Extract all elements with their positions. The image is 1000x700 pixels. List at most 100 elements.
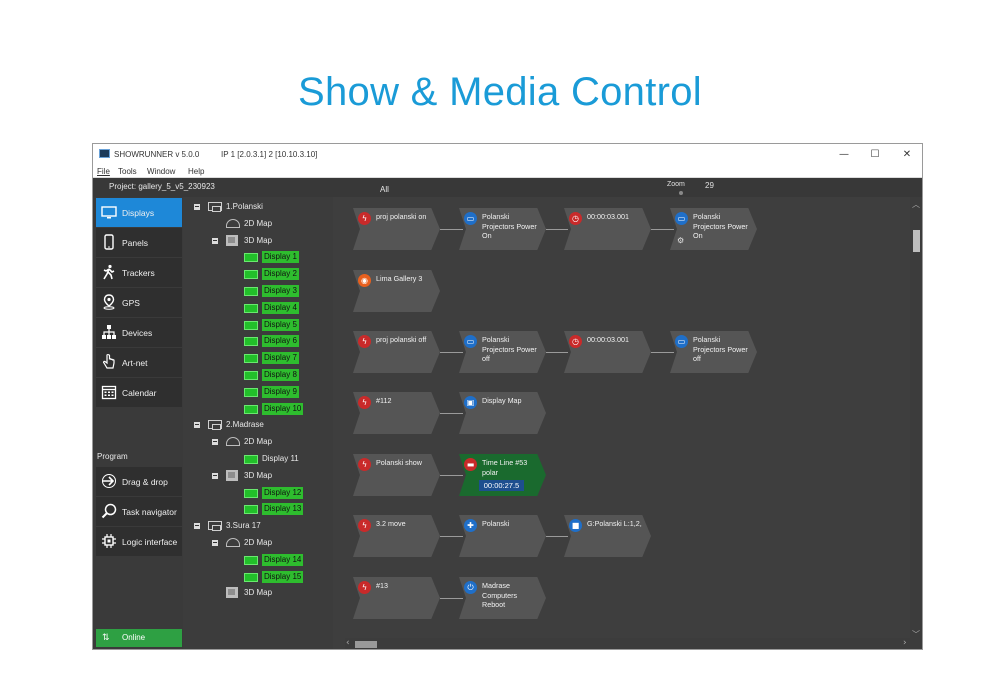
tree-row-display[interactable]: Display 3	[183, 285, 333, 299]
sidebar-item-gps[interactable]: GPS	[96, 288, 182, 317]
scroll-up-icon[interactable]: ︿	[912, 199, 920, 210]
sidebar-item-calendar[interactable]: Calendar	[96, 378, 182, 407]
display-tree: 1.Polanski 2D Map 3D Map Display 1 Display 2…	[183, 197, 333, 649]
collapse-toggle-icon[interactable]	[194, 204, 200, 210]
flow-node[interactable]: ϟ proj polanski off	[353, 331, 440, 373]
tree-row-display[interactable]: Display 7	[183, 352, 333, 366]
flow-node[interactable]: ϟ Polanski show	[353, 454, 440, 496]
flow-node[interactable]: ■ G:Polanski L:1,2,	[564, 515, 651, 557]
sidebar-item-label: Logic interface	[122, 537, 178, 547]
flow-node-label: Polanski Projectors Power On	[482, 212, 537, 240]
sidebar-item-task-navigator[interactable]: Task navigator	[96, 497, 182, 526]
sidebar-item-art-net[interactable]: Art-net	[96, 348, 182, 377]
collapse-toggle-icon[interactable]	[212, 237, 218, 244]
flow-node[interactable]: ⏻ Madrase Computers Reboot	[459, 577, 546, 619]
flow-canvas: ϟ proj polanski on ▭ Polanski Projectors Po…	[333, 197, 921, 649]
tree-row-cube[interactable]: 3D Map	[183, 234, 333, 249]
menu-help[interactable]: Help	[188, 167, 204, 176]
sidebar-item-drag-drop[interactable]: Drag & drop	[96, 467, 182, 496]
flow-node-label: Polanski Projectors Power off	[482, 335, 537, 363]
tree-row-node[interactable]: 3.Sura 17	[183, 520, 333, 534]
projector-icon: ▭	[464, 212, 477, 225]
maximize-button[interactable]: ☐	[860, 146, 890, 163]
zoom-slider-handle[interactable]	[679, 191, 683, 195]
flow-node-label: #13	[376, 581, 388, 590]
collapse-toggle-icon[interactable]	[194, 523, 200, 530]
tree-row-display[interactable]: Display 13	[183, 503, 333, 517]
tree-label: 2D Map	[244, 437, 273, 447]
flow-node[interactable]: ▭ Polanski Projectors Power On ⚙	[670, 208, 757, 250]
drag-arrow-icon	[102, 474, 116, 488]
flow-node[interactable]: ✚ Polanski	[459, 515, 546, 557]
projector-icon: ▭	[675, 335, 688, 348]
vertical-scrollbar[interactable]: ︿ ﹀	[910, 197, 922, 649]
vertical-scroll-thumb[interactable]	[913, 230, 920, 252]
sidebar-item-trackers[interactable]: Trackers	[96, 258, 182, 287]
sidebar-item-displays[interactable]: Displays	[96, 198, 182, 227]
flow-node[interactable]: ϟ proj polanski on	[353, 208, 440, 250]
collapse-toggle-icon[interactable]	[212, 472, 218, 479]
flow-connector	[440, 536, 463, 537]
flow-node[interactable]: ◷ 00:00:03.001	[564, 331, 651, 373]
menu-file[interactable]: File	[97, 167, 110, 176]
flow-node[interactable]: ϟ #13	[353, 577, 440, 619]
magnifier-icon	[101, 503, 117, 519]
flow-node[interactable]: ▭ Polanski Projectors Power On	[459, 208, 546, 250]
minimize-button[interactable]: —	[829, 146, 859, 163]
horizontal-scrollbar[interactable]: ‹ ›	[345, 638, 910, 649]
tree-row-display[interactable]: Display 5	[183, 318, 333, 333]
tree-row-display[interactable]: Display 1	[183, 251, 333, 265]
scroll-down-icon[interactable]: ﹀	[912, 629, 920, 640]
tree-row-map[interactable]: 2D Map	[183, 436, 333, 450]
tree-row-display[interactable]: Display 2	[183, 268, 333, 282]
sidebar-item-panels[interactable]: Panels	[96, 228, 182, 257]
flow-node[interactable]: ϟ 3.2 move	[353, 515, 440, 557]
online-status-button[interactable]: ⇅ Online	[96, 629, 182, 647]
flow-node[interactable]: ▣ Display Map	[459, 392, 546, 434]
tree-row-display[interactable]: Display 15	[183, 570, 333, 585]
lightning-icon: ϟ	[358, 212, 371, 225]
menu-window[interactable]: Window	[147, 167, 175, 176]
display-icon	[244, 404, 258, 414]
close-button[interactable]: ✕	[892, 146, 922, 163]
tree-row-node[interactable]: 2.Madrase	[183, 419, 333, 433]
flow-node[interactable]: ϟ #112	[353, 392, 440, 434]
tree-label: Display 6	[262, 335, 299, 348]
collapse-toggle-icon[interactable]	[194, 422, 200, 429]
collapse-toggle-icon[interactable]	[212, 439, 218, 446]
flow-node[interactable]: ▬ Time Line #53 polar 00:00:27.5	[459, 454, 546, 496]
tree-row-cube[interactable]: 3D Map	[183, 469, 333, 484]
tree-row-map[interactable]: 2D Map	[183, 537, 333, 551]
tree-row-cube[interactable]: 3D Map	[183, 587, 333, 601]
tree-row-display[interactable]: Display 4	[183, 301, 333, 316]
flow-node-label: Madrase Computers Reboot	[482, 581, 518, 609]
tree-row-display[interactable]: Display 12	[183, 486, 333, 501]
tree-row-display[interactable]: Display 9	[183, 385, 333, 400]
menu-tools[interactable]: Tools	[118, 167, 137, 176]
tree-row-display[interactable]: Display 6	[183, 335, 333, 349]
collapse-toggle-icon[interactable]	[212, 540, 218, 546]
tree-row-display[interactable]: Display 10	[183, 402, 333, 417]
filter-all[interactable]: All	[380, 185, 389, 194]
scroll-left-icon[interactable]: ‹	[346, 638, 350, 648]
display-icon	[244, 337, 258, 347]
gear-icon[interactable]: ⚙	[677, 236, 684, 245]
calendar-icon	[101, 385, 117, 400]
flow-node[interactable]: ▭ Polanski Projectors Power off	[670, 331, 757, 373]
tree-row-node[interactable]: 1.Polanski	[183, 201, 333, 215]
scroll-right-icon[interactable]: ›	[903, 638, 907, 648]
flow-node[interactable]: ◉ Lima Gallery 3	[353, 270, 440, 312]
flow-node[interactable]: ▭ Polanski Projectors Power off	[459, 331, 546, 373]
display-icon	[244, 354, 258, 364]
sidebar-item-logic-interface[interactable]: Logic interface	[96, 527, 182, 556]
tree-row-display[interactable]: Display 14	[183, 553, 333, 568]
tree-row-display[interactable]: Display 8	[183, 369, 333, 383]
tree-row-display[interactable]: Display 11	[183, 453, 333, 467]
hand-pointer-icon	[102, 354, 115, 369]
sidebar-item-devices[interactable]: Devices	[96, 318, 182, 347]
tree-row-map[interactable]: 2D Map	[183, 218, 333, 232]
display-icon	[244, 303, 258, 313]
horizontal-scroll-thumb[interactable]	[355, 641, 377, 648]
flow-node[interactable]: ◷ 00:00:03.001	[564, 208, 651, 250]
title-bar: SHOWRUNNER v 5.0.0 IP 1 [2.0.3.1] 2 [10.…	[93, 144, 922, 165]
